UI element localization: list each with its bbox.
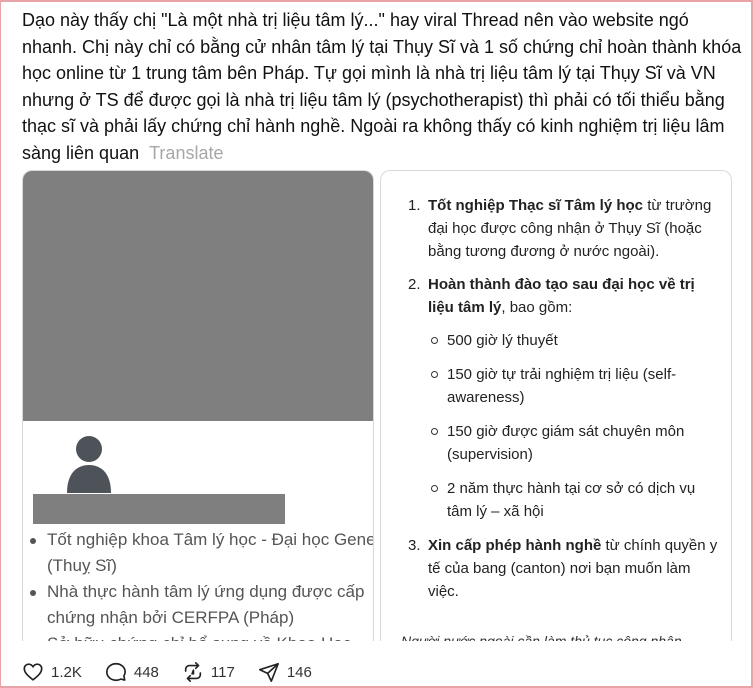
repost-button[interactable]: 117 bbox=[182, 661, 235, 683]
footnote: Người nước ngoài cần làm thủ tục công nh… bbox=[401, 633, 682, 641]
list-item: 1. Tốt nghiệp Thạc sĩ Tâm lý học từ trườ… bbox=[381, 194, 721, 263]
like-count: 1.2K bbox=[51, 663, 82, 681]
profile-avatar-icon bbox=[67, 436, 111, 493]
redacted-image bbox=[23, 171, 373, 421]
send-icon bbox=[258, 662, 279, 682]
sub-item: 500 giờ lý thuyết bbox=[428, 329, 721, 352]
like-button[interactable]: 1.2K bbox=[22, 661, 82, 683]
repost-count: 117 bbox=[210, 663, 235, 681]
requirements-list: 1. Tốt nghiệp Thạc sĩ Tâm lý học từ trườ… bbox=[381, 194, 721, 613]
comment-button[interactable]: 448 bbox=[105, 661, 159, 683]
heart-icon bbox=[23, 663, 43, 681]
item-text: , bao gồm: bbox=[501, 299, 573, 316]
list-item: Sở hữu chứng chỉ bổ sung về Khoa Học bbox=[47, 631, 373, 641]
list-item: Nhà thực hành tâm lý ứng dụng được cấp c… bbox=[30, 579, 373, 631]
redacted-name bbox=[33, 494, 285, 524]
right-image-card[interactable]: ˇ 1. Tốt nghiệp Thạc sĩ Tâm lý học từ tr… bbox=[380, 170, 732, 641]
list-item: 3. Xin cấp phép hành nghề từ chính quyền… bbox=[381, 534, 721, 603]
share-count: 146 bbox=[286, 663, 312, 681]
sub-list: 500 giờ lý thuyết 150 giờ tự trải nghiệm… bbox=[428, 329, 721, 523]
item-number: 1. bbox=[408, 197, 421, 214]
scroll-mark: ˇ bbox=[431, 170, 435, 179]
post-body: Dạo này thấy chị "Là một nhà trị liệu tâ… bbox=[22, 7, 742, 166]
share-button[interactable]: 146 bbox=[258, 661, 312, 683]
action-bar: 1.2K 448 117 146 bbox=[22, 660, 335, 684]
sub-item: 2 năm thực hành tại cơ sở có dịch vụ tâm… bbox=[428, 477, 721, 523]
post-text: Dạo này thấy chị "Là một nhà trị liệu tâ… bbox=[22, 10, 742, 163]
credentials-list: Tốt nghiệp khoa Tâm lý học - Đại học Gen… bbox=[23, 527, 373, 641]
left-image-card[interactable]: Tốt nghiệp khoa Tâm lý học - Đại học Gen… bbox=[22, 170, 374, 641]
item-number: 2. bbox=[408, 276, 421, 293]
list-item: Tốt nghiệp khoa Tâm lý học - Đại học Gen… bbox=[30, 527, 373, 579]
item-number: 3. bbox=[408, 537, 421, 554]
comment-icon bbox=[105, 662, 126, 682]
list-item: 2. Hoàn thành đào tạo sau đại học về trị… bbox=[381, 273, 721, 523]
item-title: Xin cấp phép hành nghề bbox=[428, 537, 602, 554]
translate-link[interactable]: Translate bbox=[149, 143, 223, 163]
sub-item: 150 giờ tự trải nghiệm trị liệu (self-aw… bbox=[428, 363, 721, 409]
comment-count: 448 bbox=[133, 663, 159, 681]
sub-item: 150 giờ được giám sát chuyên môn (superv… bbox=[428, 420, 721, 466]
repost-icon bbox=[184, 662, 202, 682]
item-title: Tốt nghiệp Thạc sĩ Tâm lý học bbox=[428, 197, 644, 214]
